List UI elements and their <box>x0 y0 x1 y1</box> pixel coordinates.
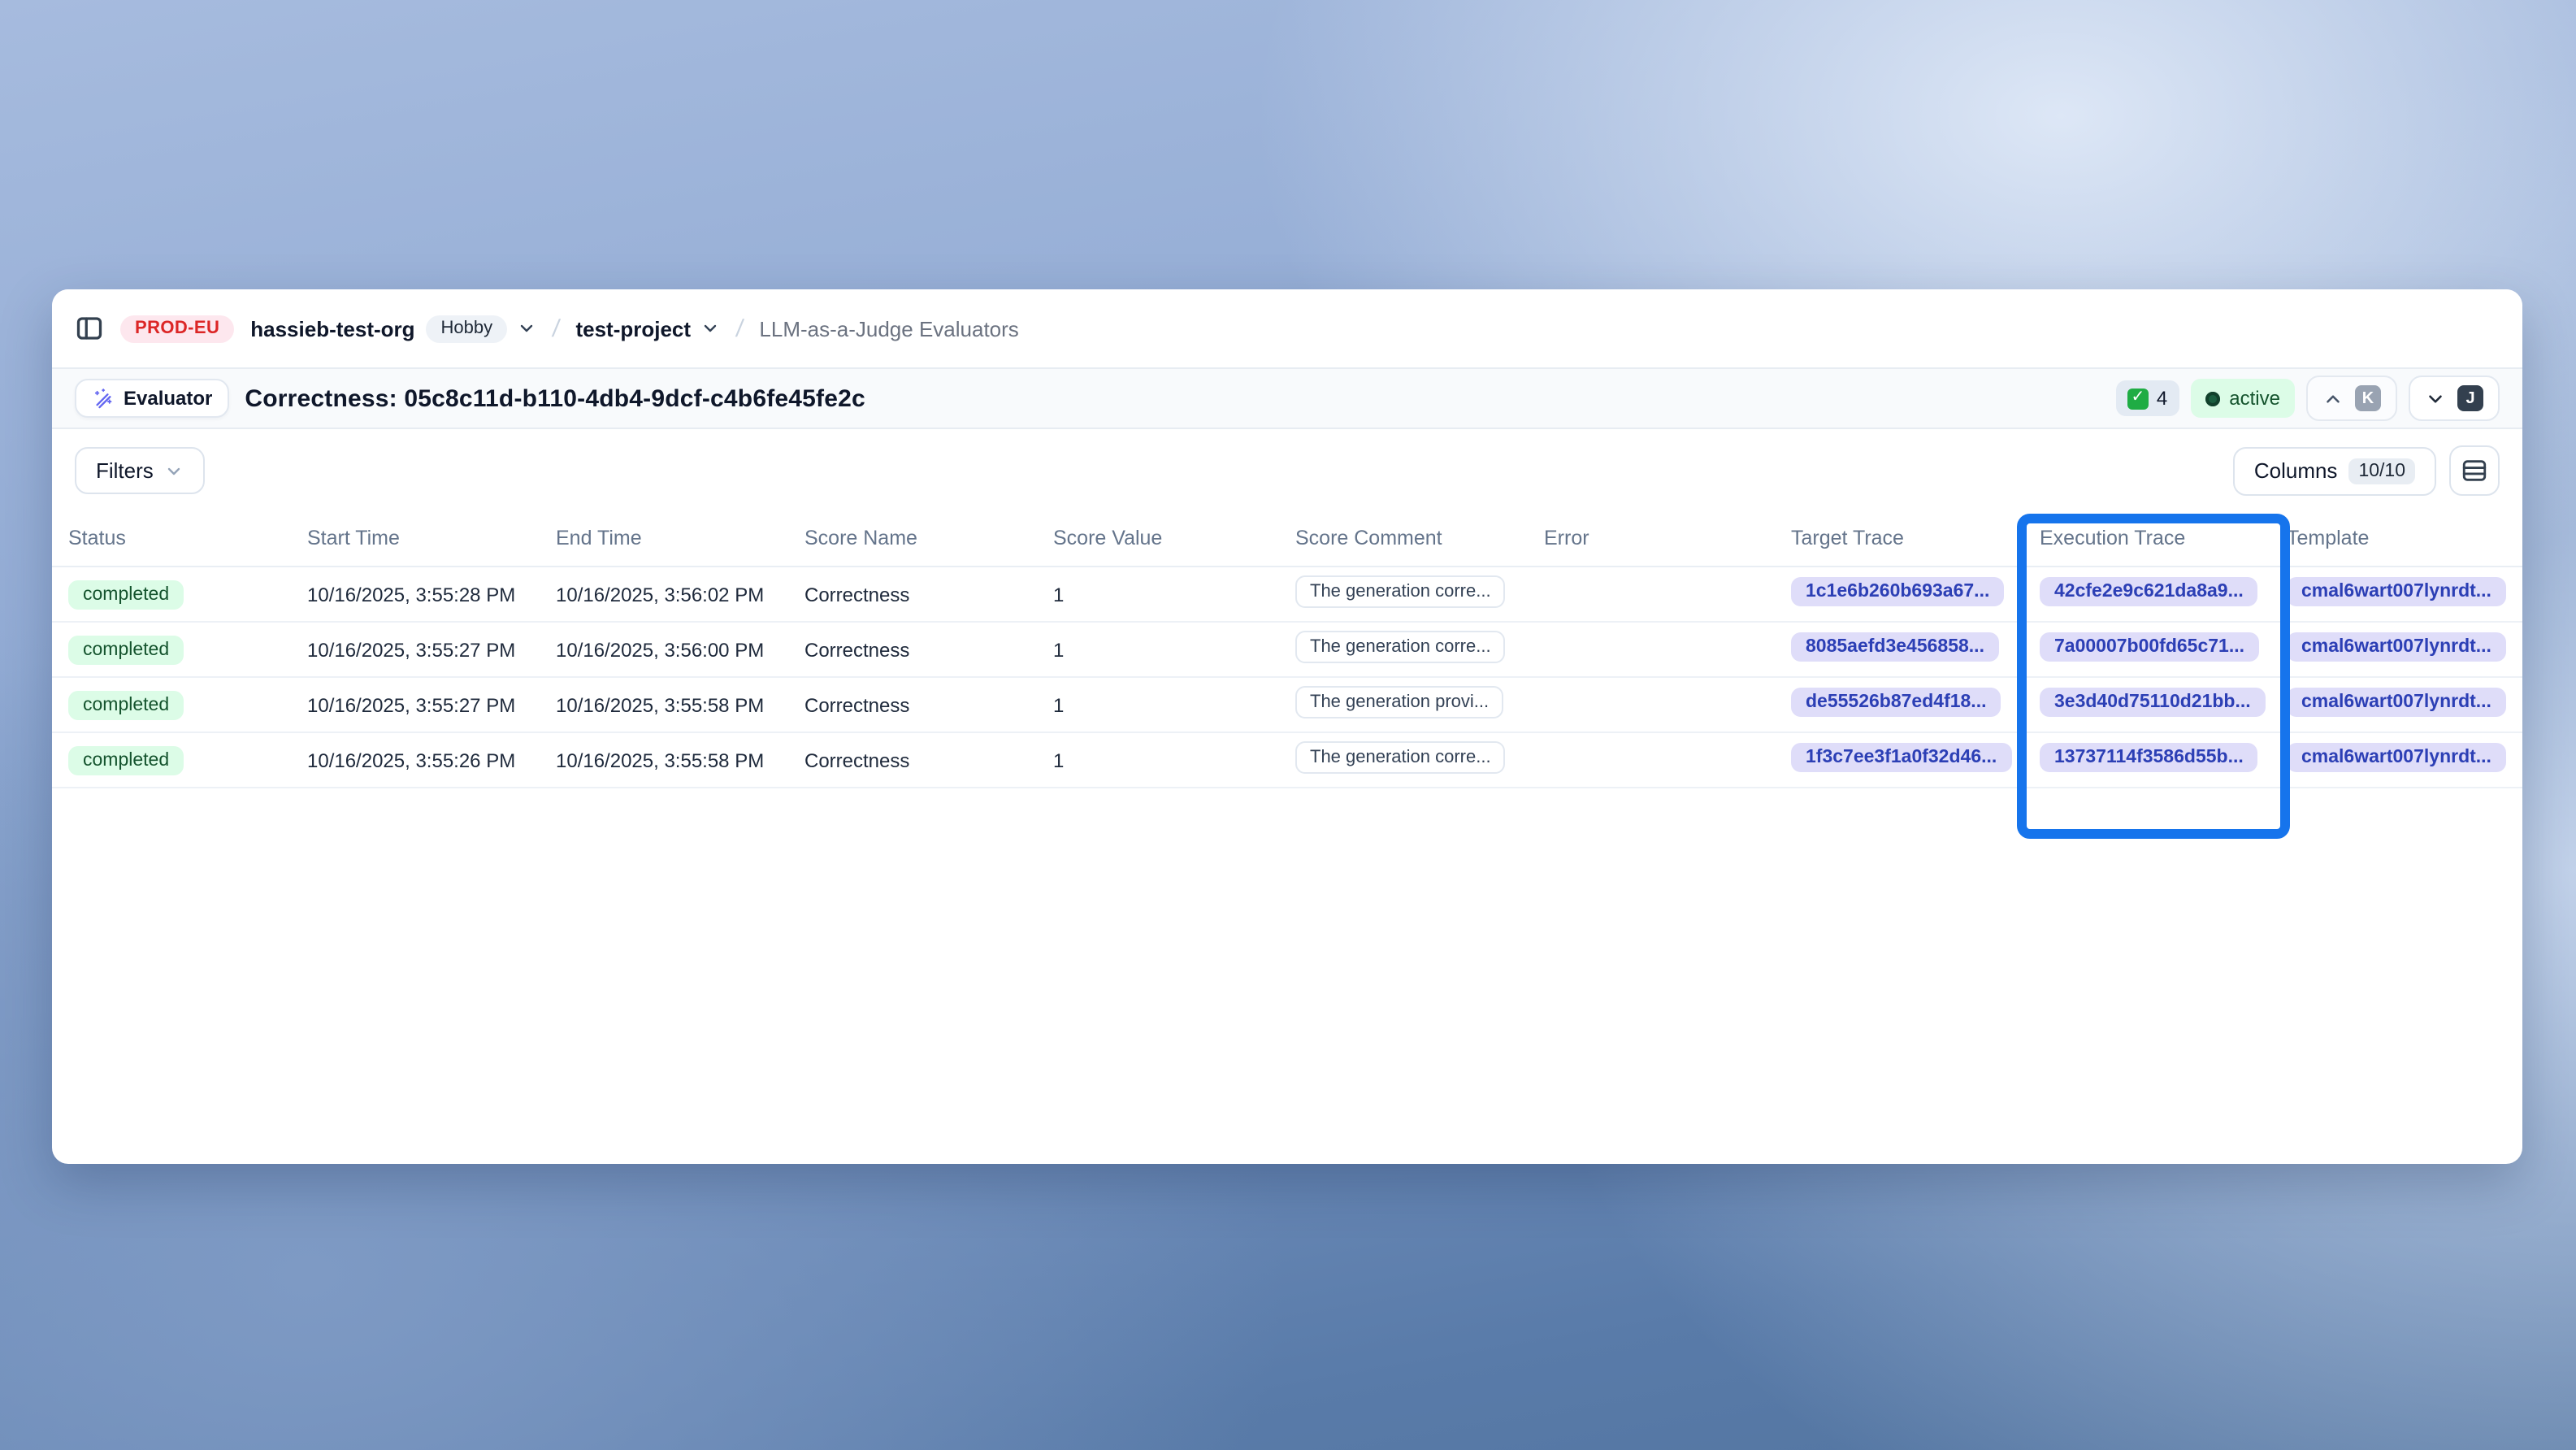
end-time-cell: 10/16/2025, 3:56:02 PM <box>556 583 804 606</box>
breadcrumb-org[interactable]: hassieb-test-org <box>250 316 414 341</box>
score-name-cell: Correctness <box>804 638 1053 661</box>
chevron-down-icon <box>165 461 184 480</box>
desktop-background: PROD-EU hassieb-test-org Hobby / test-pr… <box>0 0 2576 1450</box>
breadcrumb-separator: / <box>551 315 562 342</box>
panel-left-icon <box>75 314 104 343</box>
table-row[interactable]: completed 10/16/2025, 3:55:27 PM 10/16/2… <box>52 623 2522 678</box>
chevron-down-icon <box>2425 388 2446 409</box>
status-badge: active <box>2190 379 2295 418</box>
column-header-error[interactable]: Error <box>1544 526 1791 549</box>
column-header-end-time[interactable]: End Time <box>556 526 804 549</box>
column-header-template[interactable]: Template <box>2287 526 2522 549</box>
app-window: PROD-EU hassieb-test-org Hobby / test-pr… <box>52 289 2522 1164</box>
columns-button[interactable]: Columns 10/10 <box>2233 446 2436 495</box>
execution-trace-chip[interactable]: 3e3d40d75110d21bb... <box>2040 688 2266 717</box>
environment-badge: PROD-EU <box>120 315 234 342</box>
column-header-status[interactable]: Status <box>68 526 307 549</box>
table-row[interactable]: completed 10/16/2025, 3:55:27 PM 10/16/2… <box>52 678 2522 733</box>
breadcrumb-separator: / <box>735 315 745 342</box>
target-trace-chip[interactable]: 8085aefd3e456858... <box>1791 632 1999 662</box>
end-time-cell: 10/16/2025, 3:56:00 PM <box>556 638 804 661</box>
status-dot-icon <box>2205 391 2219 406</box>
column-header-target-trace[interactable]: Target Trace <box>1791 526 2040 549</box>
success-count-badge: ✓ 4 <box>2116 380 2179 416</box>
table-header-row: Status Start Time End Time Score Name Sc… <box>52 509 2522 567</box>
score-comment-chip[interactable]: The generation corre... <box>1295 631 1506 663</box>
score-value-cell: 1 <box>1053 749 1295 771</box>
target-trace-chip[interactable]: 1f3c7ee3f1a0f32d46... <box>1791 743 2011 772</box>
breadcrumb-project[interactable]: test-project <box>575 316 691 341</box>
check-icon: ✓ <box>2127 388 2149 409</box>
score-name-cell: Correctness <box>804 693 1053 716</box>
start-time-cell: 10/16/2025, 3:55:28 PM <box>307 583 556 606</box>
org-switcher-button[interactable] <box>517 319 536 338</box>
success-count: 4 <box>2157 387 2167 410</box>
column-header-start-time[interactable]: Start Time <box>307 526 556 549</box>
project-switcher-button[interactable] <box>700 319 720 338</box>
execution-trace-chip[interactable]: 7a00007b00fd65c71... <box>2040 632 2259 662</box>
columns-label: Columns <box>2254 458 2338 483</box>
shortcut-key-badge: J <box>2457 385 2483 411</box>
table-row[interactable]: completed 10/16/2025, 3:55:28 PM 10/16/2… <box>52 567 2522 623</box>
column-header-score-comment[interactable]: Score Comment <box>1295 526 1544 549</box>
column-header-execution-trace[interactable]: Execution Trace <box>2040 526 2287 549</box>
filters-label: Filters <box>96 458 154 483</box>
end-time-cell: 10/16/2025, 3:55:58 PM <box>556 693 804 716</box>
template-chip[interactable]: cmal6wart007lynrdt... <box>2287 577 2506 606</box>
evaluator-type-label: Evaluator <box>124 387 212 410</box>
start-time-cell: 10/16/2025, 3:55:27 PM <box>307 693 556 716</box>
chevron-down-icon <box>700 319 720 338</box>
row-height-button[interactable] <box>2449 445 2500 496</box>
score-name-cell: Correctness <box>804 583 1053 606</box>
target-trace-chip[interactable]: 1c1e6b260b693a67... <box>1791 577 2004 606</box>
start-time-cell: 10/16/2025, 3:55:27 PM <box>307 638 556 661</box>
chevron-down-icon <box>517 319 536 338</box>
score-comment-chip[interactable]: The generation provi... <box>1295 686 1503 718</box>
sidebar-toggle-button[interactable] <box>75 314 104 343</box>
start-time-cell: 10/16/2025, 3:55:26 PM <box>307 749 556 771</box>
chevron-up-icon <box>2322 388 2344 409</box>
plan-badge: Hobby <box>427 315 508 342</box>
template-chip[interactable]: cmal6wart007lynrdt... <box>2287 688 2506 717</box>
table-toolbar: Filters Columns 10/10 <box>52 429 2522 509</box>
target-trace-chip[interactable]: de55526b87ed4f18... <box>1791 688 2001 717</box>
column-header-score-name[interactable]: Score Name <box>804 526 1053 549</box>
score-value-cell: 1 <box>1053 638 1295 661</box>
page-title: Correctness: 05c8c11d-b110-4db4-9dcf-c4b… <box>245 384 865 412</box>
filters-button[interactable]: Filters <box>75 447 206 494</box>
execution-trace-chip[interactable]: 42cfe2e9c621da8a9... <box>2040 577 2258 606</box>
breadcrumb: PROD-EU hassieb-test-org Hobby / test-pr… <box>52 289 2522 369</box>
column-header-score-value[interactable]: Score Value <box>1053 526 1295 549</box>
status-chip: completed <box>68 745 184 775</box>
breadcrumb-page: LLM-as-a-Judge Evaluators <box>759 316 1018 341</box>
status-chip: completed <box>68 635 184 664</box>
status-label: active <box>2229 387 2280 410</box>
evaluator-header: Evaluator Correctness: 05c8c11d-b110-4db… <box>52 369 2522 429</box>
columns-count-badge: 10/10 <box>2348 458 2415 484</box>
score-comment-chip[interactable]: The generation corre... <box>1295 741 1506 774</box>
status-chip: completed <box>68 580 184 609</box>
score-comment-chip[interactable]: The generation corre... <box>1295 575 1506 608</box>
next-run-button[interactable]: J <box>2409 376 2500 421</box>
status-chip: completed <box>68 690 184 719</box>
wand-sparkles-icon <box>91 387 114 410</box>
template-chip[interactable]: cmal6wart007lynrdt... <box>2287 743 2506 772</box>
table-row[interactable]: completed 10/16/2025, 3:55:26 PM 10/16/2… <box>52 733 2522 788</box>
score-value-cell: 1 <box>1053 583 1295 606</box>
score-name-cell: Correctness <box>804 749 1053 771</box>
evaluator-type-badge: Evaluator <box>75 379 228 418</box>
template-chip[interactable]: cmal6wart007lynrdt... <box>2287 632 2506 662</box>
execution-trace-chip[interactable]: 13737114f3586d55b... <box>2040 743 2258 772</box>
end-time-cell: 10/16/2025, 3:55:58 PM <box>556 749 804 771</box>
score-value-cell: 1 <box>1053 693 1295 716</box>
row-height-icon <box>2461 457 2488 484</box>
previous-run-button[interactable]: K <box>2306 376 2397 421</box>
shortcut-key-badge: K <box>2355 385 2381 411</box>
